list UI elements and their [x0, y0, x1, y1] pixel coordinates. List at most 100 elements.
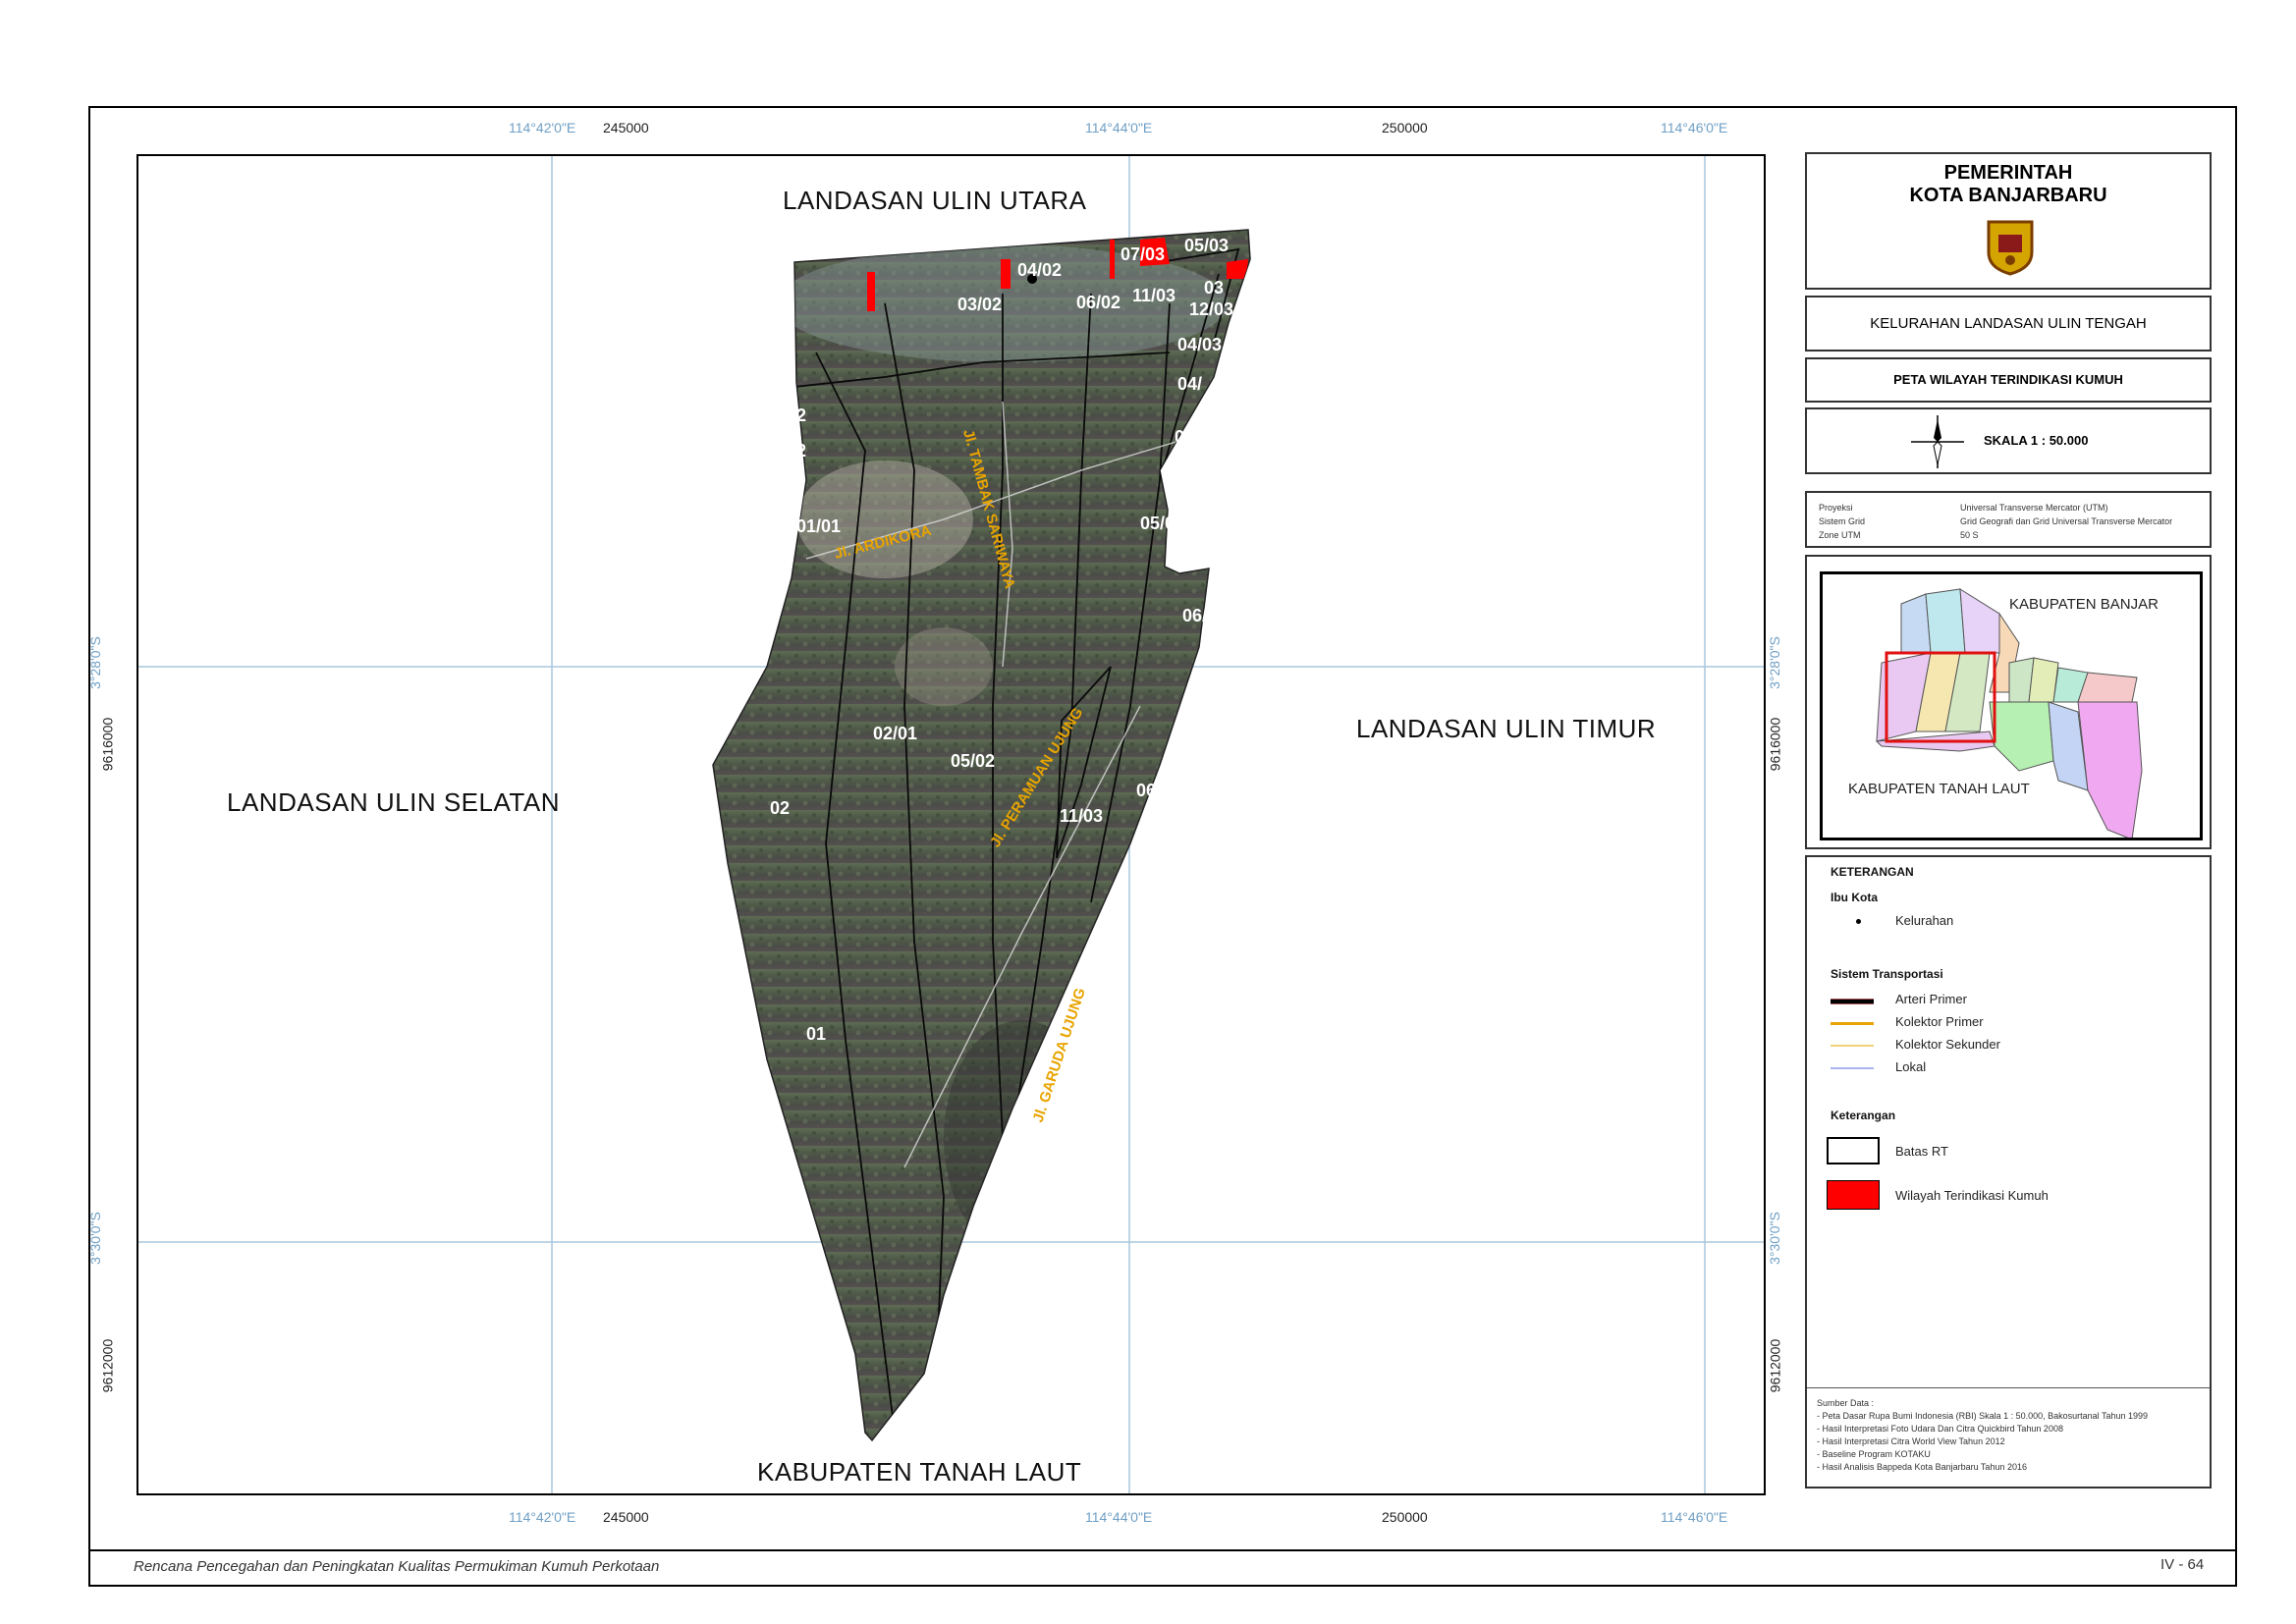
- kelurahan-title: KELURAHAN LANDASAN ULIN TENGAH: [1870, 315, 2147, 332]
- rt-label: 05/02: [951, 751, 995, 771]
- page-number: IV - 64: [2160, 1556, 2205, 1573]
- rt-label: 02: [787, 441, 806, 460]
- legend-title: KETERANGAN: [1831, 865, 1914, 879]
- rt-label: 11/03: [1060, 806, 1103, 826]
- legend-slum-item: Wilayah Terindikasi Kumuh: [1895, 1188, 2049, 1203]
- right-utm-label: 9612000: [1767, 1338, 1783, 1393]
- rt-label: 02: [770, 798, 790, 818]
- right-lat-label: 3°28'0"S: [1766, 636, 1782, 689]
- legend-transport-item: Lokal: [1895, 1059, 1927, 1074]
- rt-label: 12/03: [1189, 299, 1233, 319]
- right-utm-label: 9616000: [1767, 717, 1783, 772]
- rt-label: 01/01: [796, 516, 841, 536]
- rt-label: 11/03: [1132, 286, 1175, 305]
- rt-label: 02: [787, 406, 806, 425]
- legend-area-head: Keterangan: [1831, 1109, 1896, 1122]
- bottom-lon-label: 114°42'0"E: [509, 1509, 576, 1525]
- bottom-utm-label: 250000: [1382, 1509, 1428, 1525]
- bottom-lon-label: 114°44'0"E: [1085, 1509, 1153, 1525]
- lokal-line-icon: [1831, 1067, 1874, 1069]
- legend-boundary-item: Batas RT: [1895, 1144, 1948, 1159]
- slum-area: [867, 272, 875, 311]
- district-area: [1959, 588, 2000, 654]
- proj-key-3: Zone UTM: [1819, 530, 1861, 540]
- top-utm-label: 250000: [1382, 120, 1428, 135]
- rt-label: 06/: [973, 1415, 998, 1435]
- slum-area-swatch: [1827, 1180, 1880, 1210]
- north-arrow-icon: [1911, 415, 1964, 468]
- top-lon-label: 114°44'0"E: [1085, 120, 1153, 135]
- kolektor-sekunder-line-icon: [1831, 1045, 1874, 1047]
- source-line: Sumber Data :: [1817, 1398, 1875, 1408]
- projection-box: Proyeksi Universal Transverse Mercator (…: [1805, 491, 2212, 548]
- left-lat-label: 3°30'0"S: [86, 1212, 103, 1265]
- proj-val-2: Grid Geografi dan Grid Universal Transve…: [1960, 516, 2173, 526]
- document-title: Rencana Pencegahan dan Peningkatan Kuali…: [134, 1558, 660, 1575]
- proj-key-1: Proyeksi: [1819, 503, 1853, 513]
- footer-divider: [88, 1549, 2237, 1551]
- region-label-south: KABUPATEN TANAH LAUT: [757, 1457, 1082, 1487]
- source-line: - Hasil Interpretasi Citra World View Ta…: [1817, 1436, 2005, 1446]
- right-lat-label: 3°30'0"S: [1766, 1212, 1782, 1265]
- kolektor-primer-line-icon: [1831, 1022, 1874, 1025]
- map-title: PETA WILAYAH TERINDIKASI KUMUH: [1893, 372, 2123, 387]
- source-line: - Hasil Interpretasi Foto Udara Dan Citr…: [1817, 1424, 2063, 1434]
- district-area: [2077, 672, 2138, 703]
- legend-transport-item: Kolektor Primer: [1895, 1014, 1984, 1029]
- rt-boundary-swatch: [1827, 1137, 1880, 1164]
- rt-label: 03/02: [957, 295, 1002, 314]
- left-utm-label: 9612000: [99, 1338, 116, 1393]
- left-lat-label: 3°28'0"S: [86, 636, 103, 689]
- rt-label: 04/03: [1177, 335, 1222, 354]
- scale-text: SKALA 1 : 50.000: [1984, 433, 2089, 448]
- source-line: - Hasil Analisis Bappeda Kota Banjarbaru…: [1817, 1462, 2027, 1472]
- legend-transport-head: Sistem Transportasi: [1831, 967, 1943, 981]
- map-canvas: 07/03 05/03 03/02 06/02 11/03 12/03 04/0…: [138, 156, 1764, 1493]
- inset-map: [1875, 588, 2143, 838]
- inset-map-frame: KABUPATEN BANJAR KABUPATEN TANAH LAUT: [1820, 571, 2203, 840]
- rt-label: 05/03: [1184, 236, 1229, 255]
- inset-map-box: KABUPATEN BANJAR KABUPATEN TANAH LAUT: [1805, 555, 2212, 849]
- proj-key-2: Sistem Grid: [1819, 516, 1866, 526]
- dark-zone: [944, 1020, 1101, 1256]
- rt-label: 02/01: [873, 724, 917, 743]
- district-area: [1989, 701, 2054, 772]
- rt-label: 03: [1204, 278, 1224, 298]
- sources-divider: [1807, 1387, 2210, 1388]
- source-line: - Baseline Program KOTAKU: [1817, 1449, 1931, 1459]
- sources-block: Sumber Data : - Peta Dasar Rupa Bumi Ind…: [1817, 1397, 2148, 1474]
- district-area: [1925, 588, 1966, 654]
- rt-label: 04/: [1177, 374, 1202, 394]
- region-label-north: LANDASAN ULIN UTARA: [783, 186, 1087, 215]
- district-area: [2077, 701, 2143, 838]
- legend-transport-item: Arteri Primer: [1895, 992, 1967, 1006]
- legend-box: KETERANGAN Ibu Kota Kelurahan Sistem Tra…: [1805, 855, 2212, 1489]
- rt-label: 06/: [1136, 781, 1161, 800]
- legend-capital-head: Ibu Kota: [1831, 891, 1878, 904]
- map-title-box: PETA WILAYAH TERINDIKASI KUMUH: [1805, 357, 2212, 403]
- inset-label-north: KABUPATEN BANJAR: [2009, 596, 2159, 613]
- rt-label: 06/: [1002, 1319, 1026, 1338]
- scale-box: SKALA 1 : 50.000: [1805, 407, 2212, 474]
- legend-transport-item: Kolektor Sekunder: [1895, 1037, 2000, 1052]
- top-lon-label: 114°46'0"E: [1661, 120, 1728, 135]
- rt-label: 06/02: [1076, 293, 1121, 312]
- rt-label: 06/: [1182, 606, 1207, 625]
- rt-label: 05/02: [1140, 514, 1184, 533]
- map-frame: 07/03 05/03 03/02 06/02 11/03 12/03 04/0…: [137, 154, 1766, 1495]
- arteri-line-icon: [1831, 999, 1874, 1004]
- bottom-utm-label: 245000: [603, 1509, 649, 1525]
- rt-label: 07/03: [1121, 244, 1165, 264]
- kelurahan-dot-icon: [1856, 919, 1861, 924]
- clearing-zone: [895, 627, 993, 706]
- inset-label-south: KABUPATEN TANAH LAUT: [1848, 781, 2030, 797]
- rt-label: 04/02: [1017, 260, 1062, 280]
- map-page: { "map": { "region_labels": { "north": "…: [0, 0, 2296, 1624]
- gov-title-line1: PEMERINTAH: [1943, 162, 2073, 184]
- source-line: - Peta Dasar Rupa Bumi Indonesia (RBI) S…: [1817, 1411, 2149, 1421]
- region-label-east: LANDASAN ULIN TIMUR: [1356, 714, 1657, 743]
- rt-label: 04/0: [1175, 427, 1209, 447]
- slum-area: [1110, 240, 1115, 279]
- proj-val-3: 50 S: [1960, 530, 1979, 540]
- rt-label: 01: [806, 1024, 826, 1044]
